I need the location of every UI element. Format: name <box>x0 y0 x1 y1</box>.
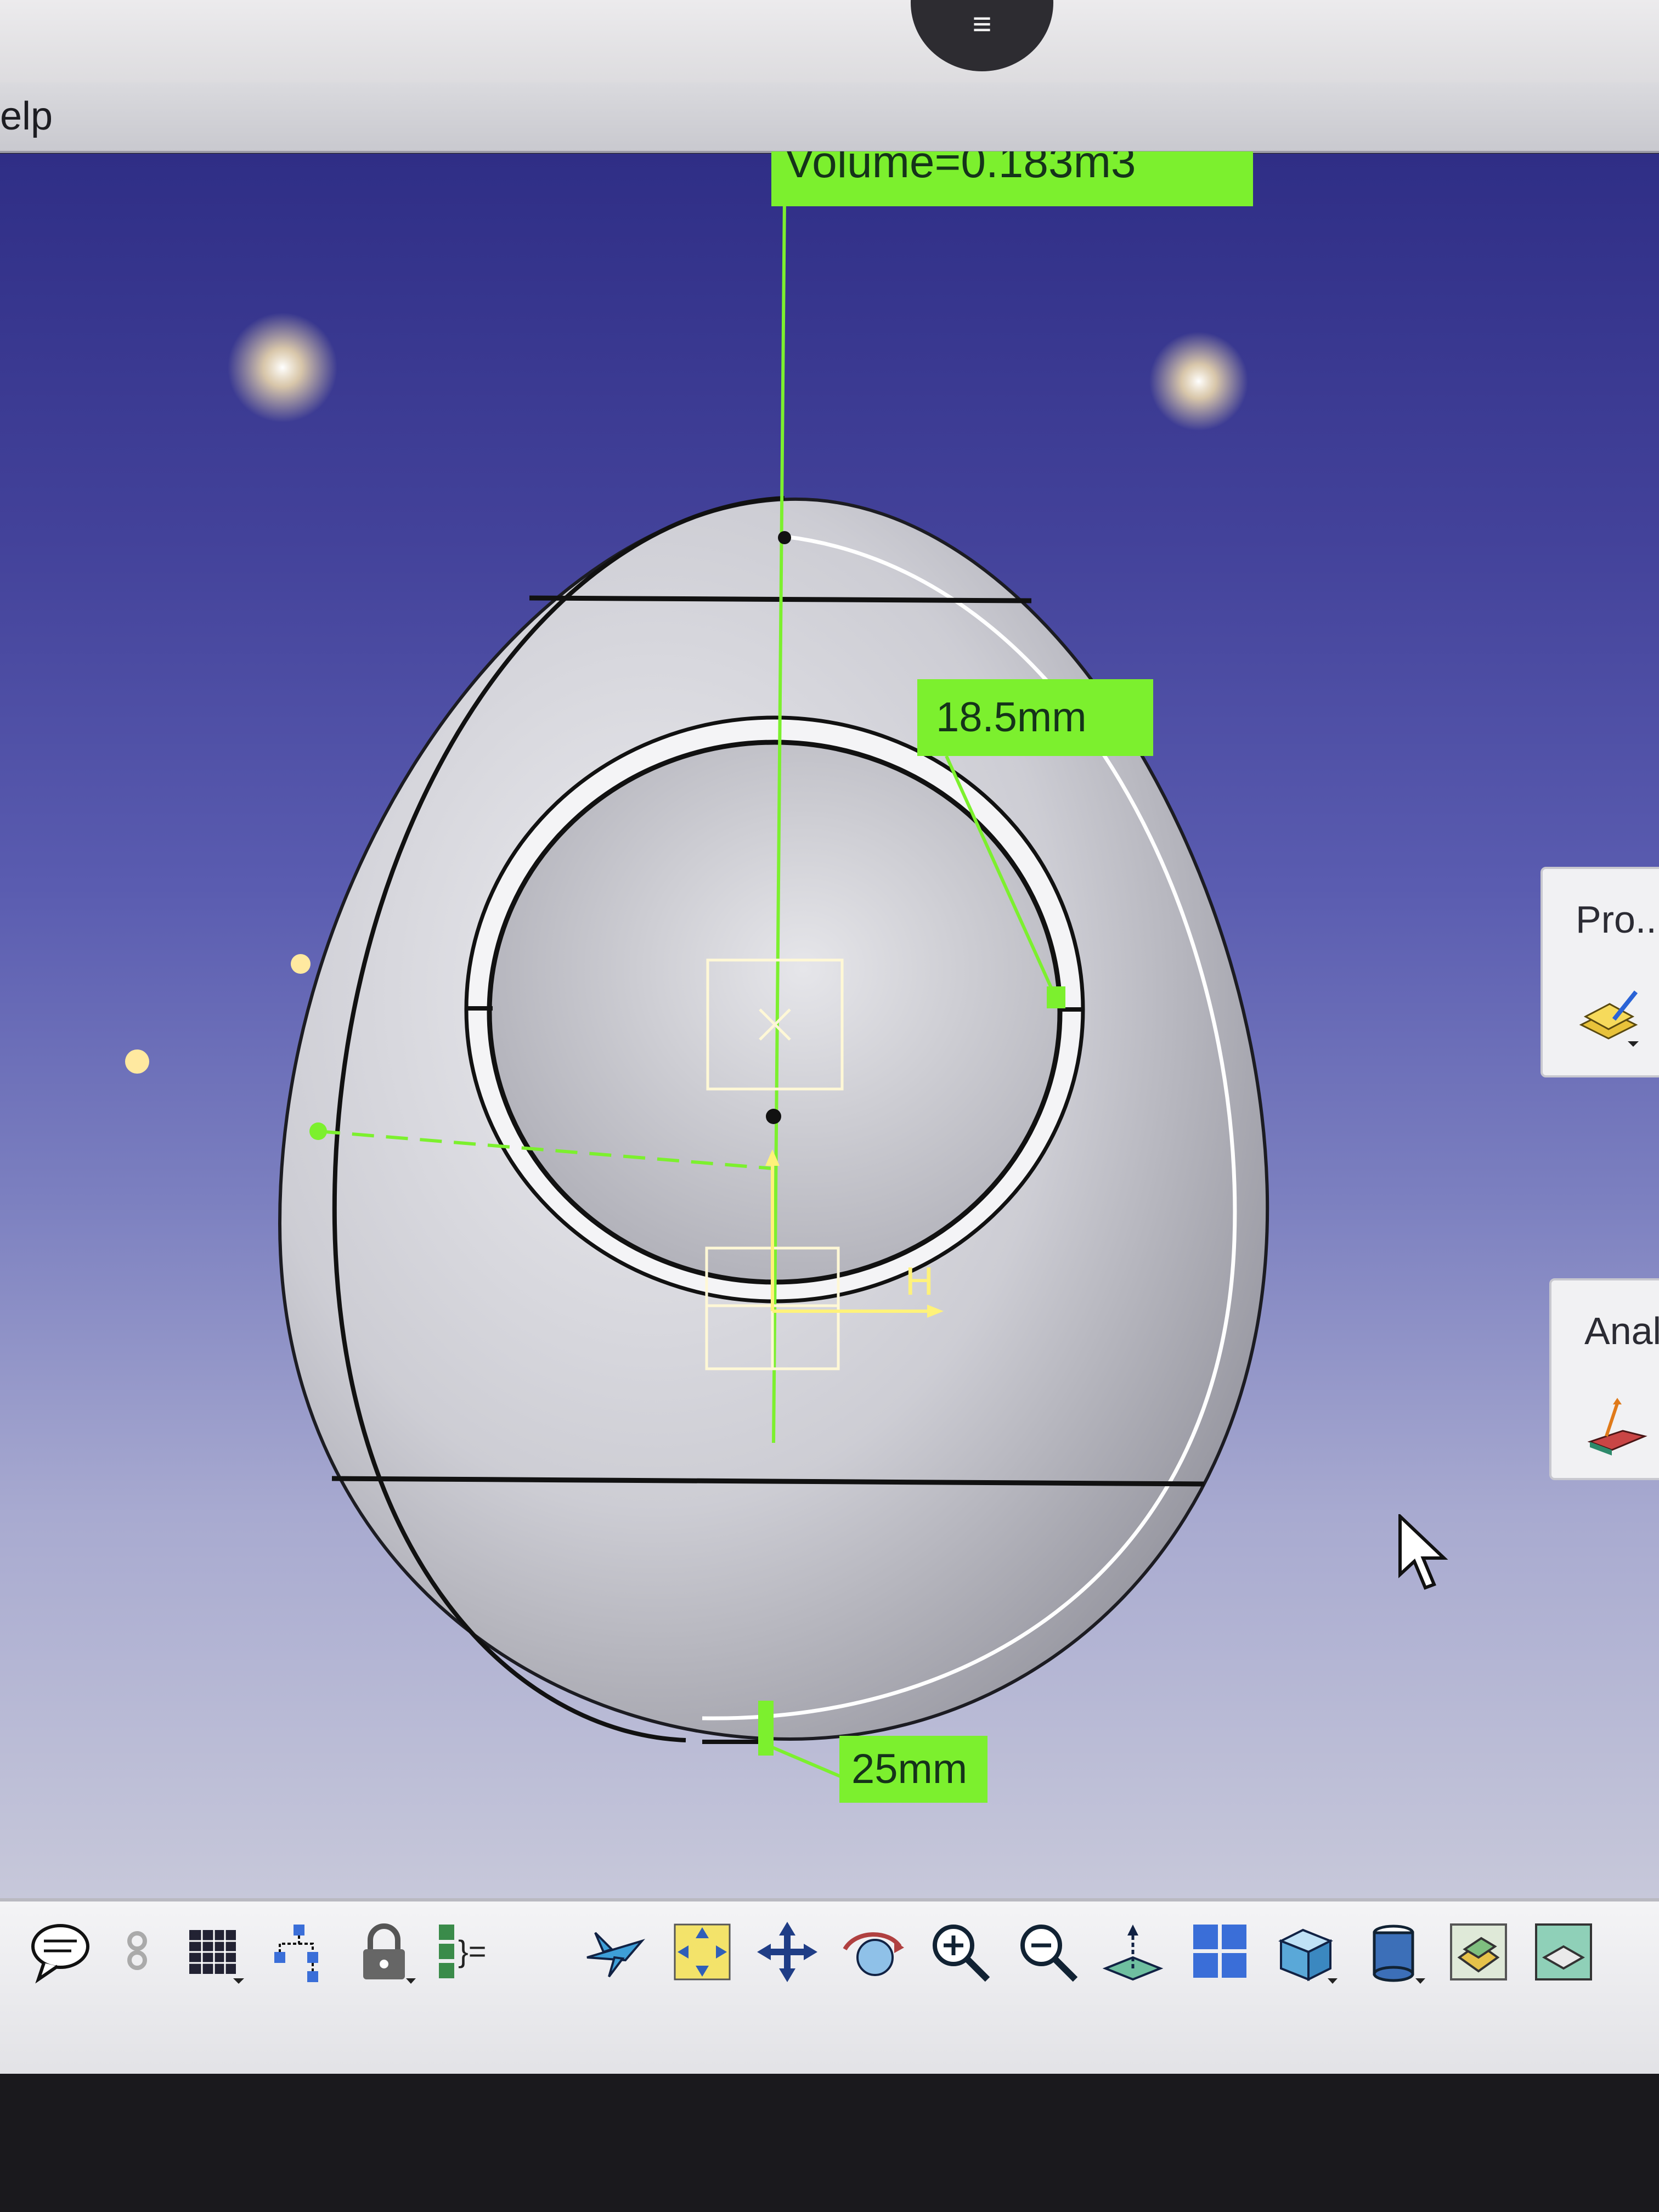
analysis-panel-label: Analy <box>1584 1310 1659 1352</box>
shading-icon[interactable] <box>1361 1919 1426 1985</box>
profile-point-top <box>778 531 791 544</box>
zoom-in-icon[interactable] <box>927 1919 993 1985</box>
formula-icon[interactable]: }= <box>433 1919 499 1985</box>
compass-h-label: H <box>905 1260 934 1304</box>
dimension-label-upper[interactable]: 18.5mm <box>917 679 1153 756</box>
product-icon[interactable] <box>1576 986 1641 1047</box>
3d-scene: H <box>125 197 1269 1785</box>
analysis-toolbar-panel[interactable]: Analy <box>1549 1278 1659 1480</box>
comment-icon[interactable] <box>27 1919 93 1985</box>
lock-icon[interactable] <box>351 1919 417 1985</box>
light-speck <box>125 1049 149 1074</box>
tree-network-icon[interactable] <box>263 1919 329 1985</box>
analysis-icon[interactable] <box>1584 1398 1650 1458</box>
hide-show-icon[interactable] <box>1446 1919 1511 1985</box>
volume-measure-label[interactable]: Volume=0.183m3 <box>771 151 1253 206</box>
calendar-grid-icon[interactable] <box>181 1919 247 1985</box>
3d-viewport[interactable]: H <box>0 154 1659 1898</box>
multi-view-icon[interactable] <box>1188 1919 1254 1985</box>
disabled-link-icon[interactable] <box>104 1919 170 1985</box>
menu-bar <box>0 82 1659 153</box>
ambient-light-left <box>228 313 337 422</box>
fly-mode-icon[interactable] <box>582 1919 647 1985</box>
window-top-frame <box>0 0 1659 82</box>
product-toolbar-panel[interactable]: Pro... <box>1541 867 1659 1077</box>
isometric-view-icon[interactable] <box>1273 1919 1339 1985</box>
menu-item-help[interactable]: elp <box>0 82 53 151</box>
ambient-light-right <box>1149 332 1248 431</box>
normal-view-icon[interactable] <box>1100 1919 1166 1985</box>
rotate-icon[interactable] <box>839 1919 905 1985</box>
swap-visible-space-icon[interactable] <box>1531 1919 1596 1985</box>
light-speck <box>291 954 311 974</box>
svg-text:}=: }= <box>458 1934 486 1968</box>
dimension-handle-upper[interactable] <box>1047 986 1065 1008</box>
dimension-label-lower[interactable]: 25mm <box>839 1736 988 1803</box>
fit-all-icon[interactable] <box>669 1919 735 1985</box>
center-point <box>766 1109 781 1124</box>
monitor-bezel <box>0 2074 1659 2212</box>
hamburger-menu-icon[interactable]: ≡ <box>961 8 1003 41</box>
measure-point-left[interactable] <box>309 1122 327 1140</box>
product-panel-label: Pro... <box>1576 898 1659 941</box>
mouse-cursor-icon <box>1398 1514 1448 1590</box>
pan-icon[interactable] <box>754 1919 820 1985</box>
zoom-out-icon[interactable] <box>1015 1919 1081 1985</box>
